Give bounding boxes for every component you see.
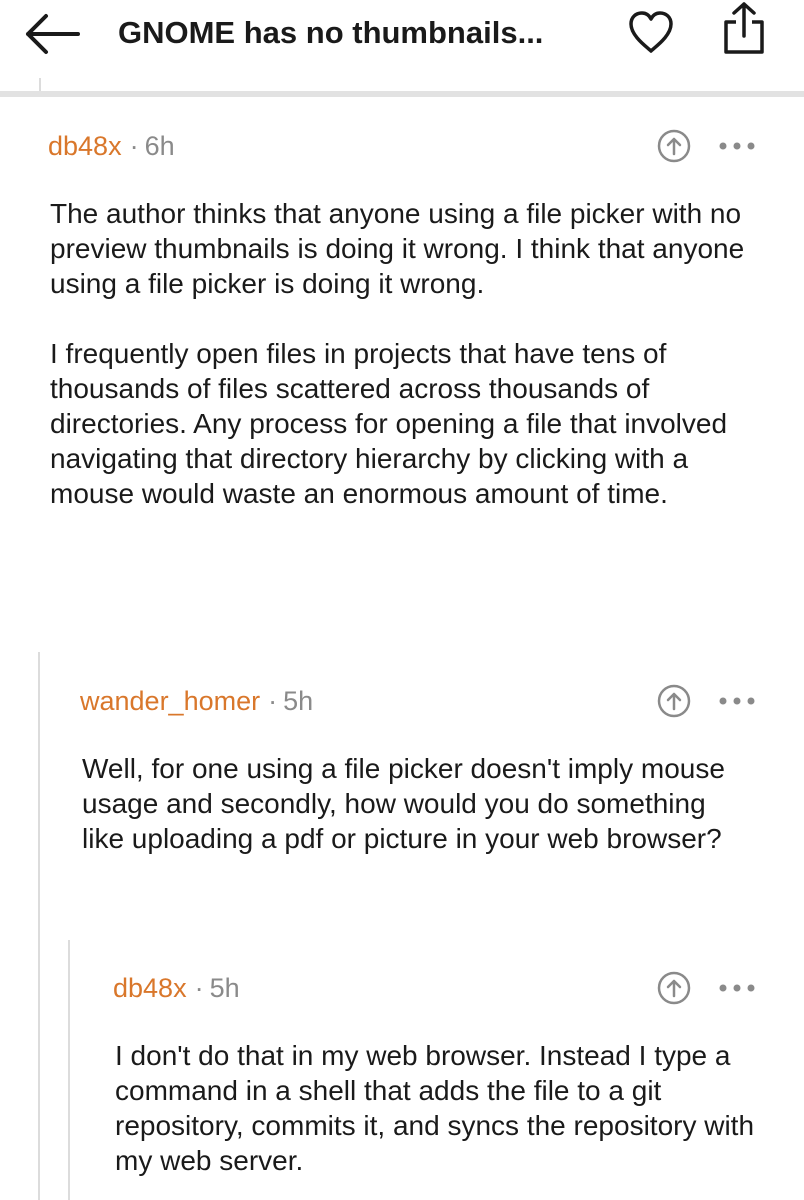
comment-thread-screen: GNOME has no thumbnails... db48x · 6h Th… <box>0 0 804 1200</box>
comment-author[interactable]: wander_homer <box>80 686 260 716</box>
more-options-icon <box>719 984 755 992</box>
favorite-button[interactable] <box>626 8 676 58</box>
comment-time: 5h <box>283 686 314 716</box>
upvote-icon <box>657 971 691 1005</box>
comment-meta: db48x · 6h <box>48 126 175 166</box>
more-options-icon <box>719 697 755 705</box>
share-icon <box>724 2 764 54</box>
comment-time: 5h <box>209 973 240 1003</box>
comment-paragraph: The author thinks that anyone using a fi… <box>50 198 745 299</box>
meta-separator: · <box>268 686 278 716</box>
meta-separator: · <box>194 973 204 1003</box>
header-divider <box>0 91 804 97</box>
comment-paragraph: I frequently open files in projects that… <box>50 338 728 509</box>
share-button[interactable] <box>718 0 770 58</box>
thread-line-level-2 <box>68 940 70 1200</box>
comment-meta: db48x · 5h <box>113 968 240 1008</box>
arrow-left-icon <box>26 14 80 54</box>
comment-body: I don't do that in my web browser. Inste… <box>115 1038 765 1178</box>
thread-line-level-1 <box>38 652 40 1200</box>
top-navigation-bar: GNOME has no thumbnails... <box>0 0 804 92</box>
comment-author[interactable]: db48x <box>48 131 122 161</box>
upvote-button[interactable] <box>657 129 691 163</box>
upvote-button[interactable] <box>657 971 691 1005</box>
comment-paragraph: I don't do that in my web browser. Inste… <box>115 1040 755 1176</box>
comment-body: The author thinks that anyone using a fi… <box>50 196 765 511</box>
back-button[interactable] <box>20 8 84 60</box>
upvote-icon <box>657 684 691 718</box>
page-title: GNOME has no thumbnails... <box>118 15 544 50</box>
heart-icon <box>629 11 673 53</box>
comment-paragraph: Well, for one using a file picker doesn'… <box>82 753 725 854</box>
upvote-button[interactable] <box>657 684 691 718</box>
more-options-button[interactable] <box>716 691 760 711</box>
thread-line-stub <box>39 78 41 92</box>
more-options-icon <box>719 142 755 150</box>
comment-author[interactable]: db48x <box>113 973 187 1003</box>
more-options-button[interactable] <box>716 978 760 998</box>
upvote-icon <box>657 129 691 163</box>
comment-body: Well, for one using a file picker doesn'… <box>82 751 752 856</box>
more-options-button[interactable] <box>716 136 760 156</box>
meta-separator: · <box>129 131 139 161</box>
comment-meta: wander_homer · 5h <box>80 681 313 721</box>
comment-time: 6h <box>144 131 175 161</box>
